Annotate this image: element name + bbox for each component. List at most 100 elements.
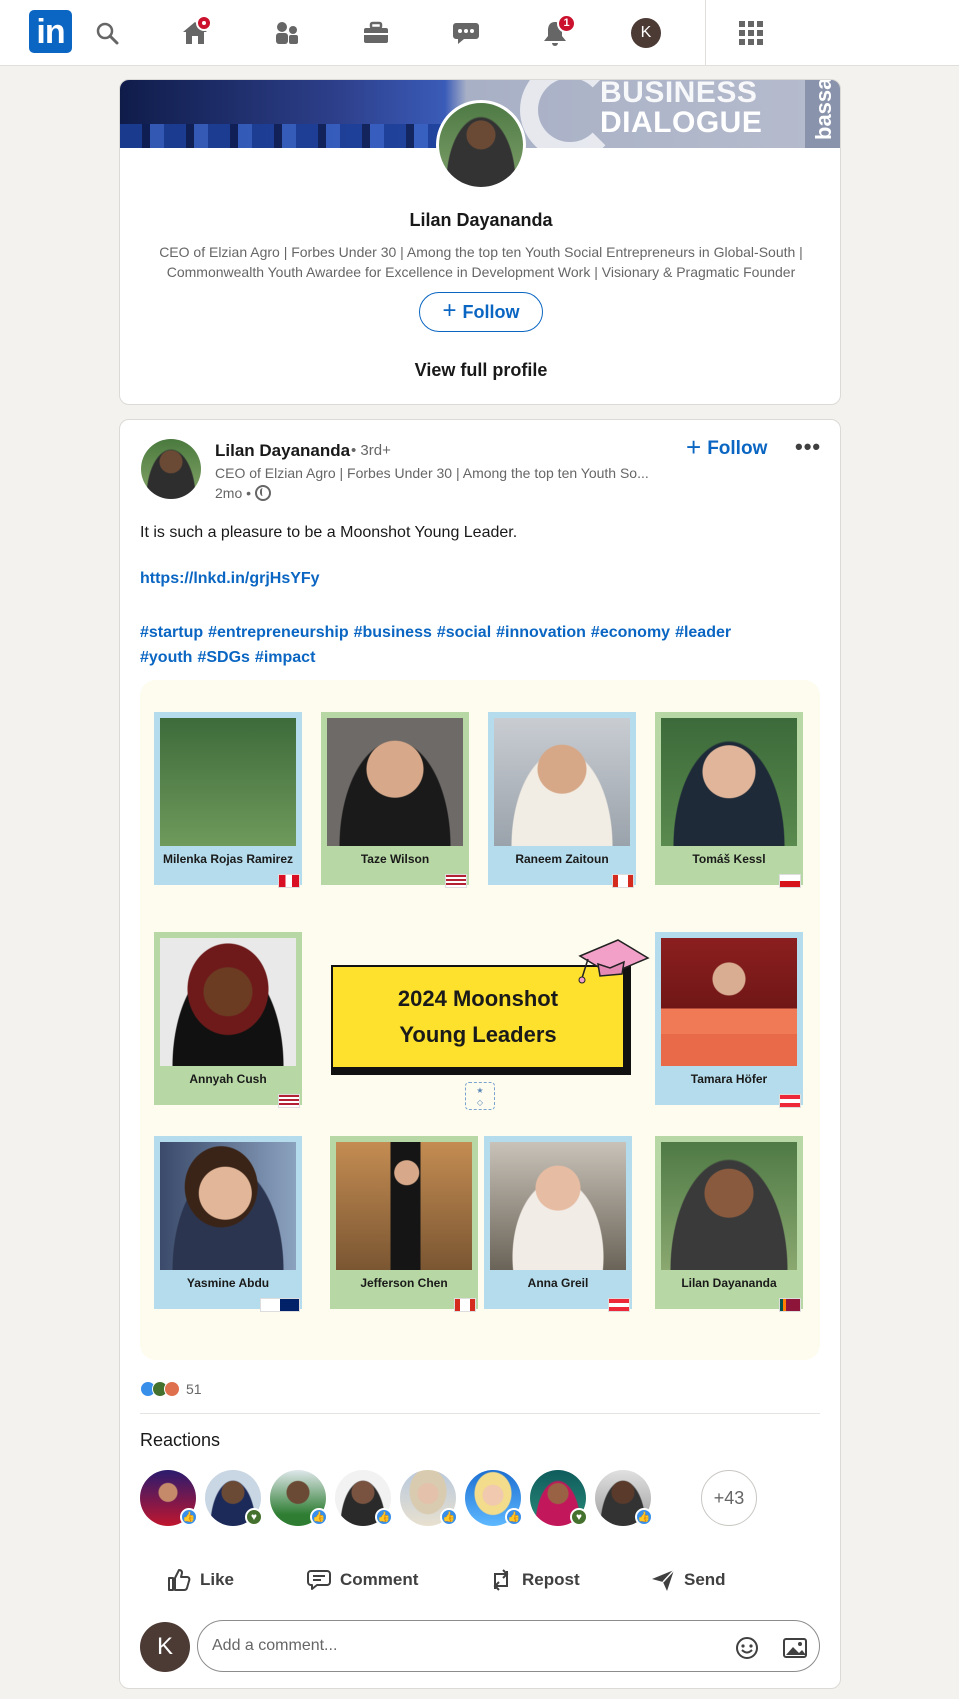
leader-photo [661,1142,797,1270]
canada-flag-icon [454,1298,476,1312]
plus-icon: + [686,432,702,462]
leader-tile: Milenka Rojas Ramirez [154,712,302,888]
profile-photo[interactable] [436,100,526,190]
more-options-icon[interactable]: ••• [795,434,821,460]
hashtag[interactable]: #entrepreneurship [208,624,348,641]
like-badge-icon: 👍 [180,1508,198,1526]
hashtag[interactable]: #social [437,624,491,641]
austria-flag-icon [608,1298,630,1312]
usa-flag-icon [445,874,467,888]
emoji-icon[interactable] [734,1635,760,1661]
peru-flag-icon [278,874,300,888]
moonshot-banner-line1: 2024 Moonshot [397,986,559,1011]
comment-button[interactable]: Comment [306,1555,418,1605]
reactor-avatar[interactable]: 👍 [595,1470,653,1526]
like-badge-icon: 👍 [635,1508,653,1526]
post-card: Lilan Dayananda • 3rd+ CEO of Elzian Agr… [119,419,841,1689]
leader-name: Jefferson Chen [360,1276,448,1290]
austria-flag-icon [779,1094,801,1108]
leader-tile: Tamara Höfer [655,932,803,1108]
hashtag[interactable]: #youth [140,649,192,666]
reactor-avatar[interactable]: 👍 [140,1470,198,1526]
more-reactors-button[interactable]: +43 [701,1470,757,1526]
celebrate-reaction-icon [164,1381,180,1397]
comment-box[interactable] [197,1620,820,1672]
follow-button-label: Follow [462,301,520,322]
comment-label: Comment [340,1570,419,1589]
reactor-avatar[interactable]: 👍 [335,1470,393,1526]
profile-follow-button[interactable]: + Follow [419,292,543,332]
post-link[interactable]: https://lnkd.in/grjHsYFy [140,570,320,588]
connection-degree: • 3rd+ [351,442,391,459]
hashtag[interactable]: #SDGs [197,649,249,666]
search-icon[interactable] [90,16,124,50]
moonshot-banner-line2: Young Leaders [399,1022,557,1047]
post-action-bar: Like Comment Repost Send [120,1555,840,1605]
reactor-avatar[interactable]: ♥ [205,1470,263,1526]
leader-name: Lilan Dayananda [681,1276,777,1290]
reaction-count: 51 [186,1381,202,1397]
commenter-avatar[interactable]: K [140,1622,190,1672]
view-full-profile-link[interactable]: View full profile [120,360,840,381]
repost-button[interactable]: Repost [488,1555,580,1605]
hashtag[interactable]: #business [354,624,432,641]
canada-flag-icon [612,874,634,888]
banner-title-line2: DIALOGUE [600,106,763,139]
leader-name: Taze Wilson [360,852,430,866]
post-timestamp: 2mo • [215,485,272,501]
profile-name[interactable]: Lilan Dayananda [120,210,840,231]
post-image[interactable]: Milenka Rojas Ramirez Taze Wilson Raneem… [140,680,820,1360]
leader-tile: Annyah Cush [154,932,302,1108]
support-badge-icon: ♥ [245,1508,263,1526]
leader-name: Raneem Zaitoun [515,852,609,866]
globe-icon [255,485,272,501]
graduation-cap-icon [578,939,650,984]
hashtag[interactable]: #economy [591,624,670,641]
send-icon [652,1569,675,1591]
moonshot-logo: ★ ◇ [465,1082,495,1110]
hashtag[interactable]: #impact [255,649,315,666]
notifications-icon[interactable]: 1 [538,14,576,50]
send-button[interactable]: Send [650,1555,726,1605]
leader-tile: Raneem Zaitoun [488,712,636,888]
support-badge-icon: ♥ [570,1508,588,1526]
leader-photo [336,1142,472,1270]
leader-name: Annyah Cush [189,1072,267,1086]
like-badge-icon: 👍 [310,1508,328,1526]
linkedin-logo[interactable]: in [29,10,72,53]
repost-label: Repost [522,1570,580,1589]
reaction-summary[interactable]: 51 [140,1381,202,1397]
reactor-avatar[interactable]: 👍 [465,1470,523,1526]
plus-icon: + [442,297,457,324]
leader-photo [661,718,797,846]
leader-tile: Taze Wilson [321,712,469,888]
hashtag[interactable]: #innovation [496,624,586,641]
me-avatar[interactable]: K [631,18,661,48]
like-button[interactable]: Like [166,1555,234,1605]
my-network-icon[interactable] [270,16,304,50]
jobs-icon[interactable] [359,16,393,50]
post-author-avatar[interactable] [141,439,201,499]
post-follow-button[interactable]: + Follow [686,432,767,463]
leader-name: Milenka Rojas Ramirez [162,852,294,866]
top-navigation-bar: in 1 K [0,0,959,66]
reactions-heading: Reactions [140,1430,221,1450]
like-badge-icon: 👍 [440,1508,458,1526]
home-icon[interactable] [178,15,212,50]
leader-tile: Jefferson Chen [330,1136,478,1312]
hashtag[interactable]: #leader [675,624,731,641]
apps-grid-icon[interactable] [739,21,765,45]
send-label: Send [684,1570,726,1589]
post-body-text: It is such a pleasure to be a Moonshot Y… [140,524,518,541]
reactor-avatar[interactable]: 👍 [270,1470,328,1526]
leader-photo [327,718,463,846]
hashtag[interactable]: #startup [140,624,203,641]
leader-tile: Anna Greil [484,1136,632,1312]
reactor-avatar[interactable]: 👍 [400,1470,458,1526]
banner-crowd-graphic [120,124,480,148]
reactor-avatar[interactable]: ♥ [530,1470,588,1526]
post-author-name[interactable]: Lilan Dayananda [215,441,350,461]
image-icon[interactable] [782,1635,808,1661]
messaging-icon[interactable] [449,16,483,50]
comment-input[interactable] [212,1637,682,1655]
